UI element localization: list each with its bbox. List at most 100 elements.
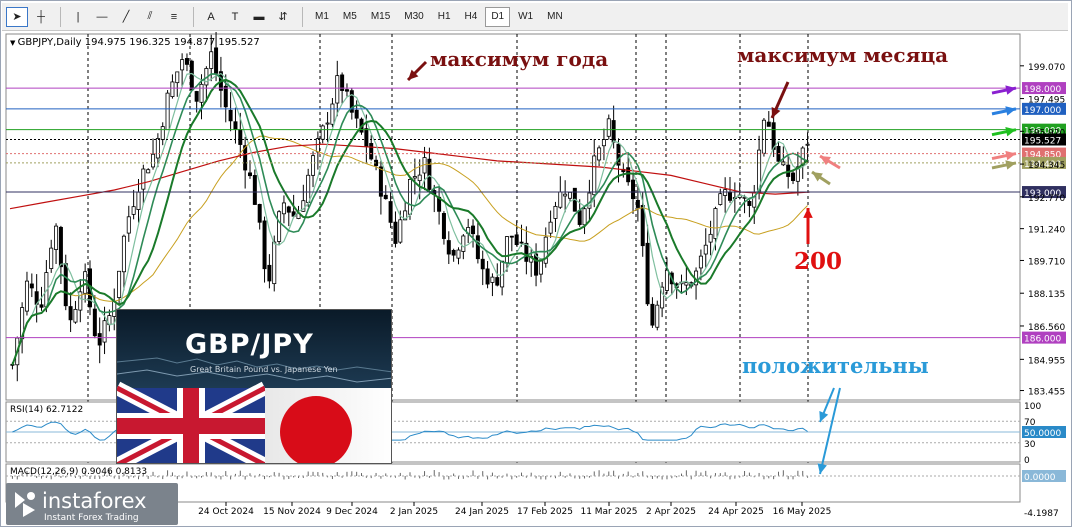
horizontal-line-tool-icon: — xyxy=(96,10,108,23)
timeframe-w1-button[interactable]: W1 xyxy=(512,7,539,27)
ma200-annotation: 200 xyxy=(794,248,843,275)
candle-body xyxy=(650,303,655,326)
candle-body xyxy=(485,268,490,285)
candle-body xyxy=(805,143,810,146)
candle-body xyxy=(635,199,640,208)
candle-body xyxy=(136,191,141,210)
fibonacci-tool-button[interactable]: ≡ xyxy=(163,7,185,27)
candle-body xyxy=(102,320,107,343)
candle-body xyxy=(141,168,146,190)
vertical-line-tool-button[interactable]: | xyxy=(67,7,89,27)
toolbar-separator xyxy=(193,6,194,27)
rectangle-tool-button[interactable]: ▬ xyxy=(248,7,270,27)
candle-body xyxy=(451,249,456,256)
trendline-tool-button[interactable]: ╱ xyxy=(115,7,137,27)
candle-body xyxy=(383,194,388,200)
candle-body xyxy=(766,121,771,127)
candle-body xyxy=(117,270,122,298)
month-max-annotation: максимум месяца xyxy=(737,43,949,67)
candle-body xyxy=(728,191,733,201)
timeframe-h1-button[interactable]: H1 xyxy=(432,7,457,27)
price-tick-label: 183.455 xyxy=(1028,388,1065,398)
brand-name: instaforex xyxy=(42,489,147,513)
timeframe-m5-button[interactable]: M5 xyxy=(337,7,363,27)
level-tag-text: 197.000 xyxy=(1024,106,1061,116)
candle-body xyxy=(228,109,233,122)
rsi-axis-label: 30 xyxy=(1024,440,1036,450)
price-tick-label: 189.710 xyxy=(1028,257,1065,267)
candle-body xyxy=(524,242,529,262)
candle-body xyxy=(684,282,689,286)
candle-body xyxy=(92,308,97,337)
candle-body xyxy=(558,191,563,208)
channel-tool-button[interactable]: ⫽ xyxy=(139,7,161,27)
crosshair-tool-button[interactable]: ┼ xyxy=(30,7,52,27)
candle-body xyxy=(471,225,476,235)
timeframe-m30-button[interactable]: M30 xyxy=(398,7,429,27)
timeframe-m1-button[interactable]: M1 xyxy=(309,7,335,27)
candle-body xyxy=(369,143,374,160)
candle-body xyxy=(640,205,645,247)
chart-area[interactable]: 198.000 197.000 196.000 195.527 194.850 194.4… xyxy=(2,31,1068,525)
candle-body xyxy=(165,92,170,131)
candle-body xyxy=(456,249,461,259)
date-tick-label: 16 May 2025 xyxy=(773,507,832,517)
timeframe-d1-button[interactable]: D1 xyxy=(485,6,511,27)
candle-body xyxy=(238,129,243,145)
positive-annotation: положительны xyxy=(742,353,929,378)
candle-body xyxy=(553,205,558,219)
candle-body xyxy=(267,264,272,282)
candle-body xyxy=(97,333,102,346)
vertical-line-tool-icon: | xyxy=(76,10,80,23)
candle-body xyxy=(388,201,393,223)
text-label-tool-button[interactable]: T xyxy=(224,7,246,27)
candle-body xyxy=(514,234,519,246)
candle-body xyxy=(247,172,252,177)
price-tick-label: 194.345 xyxy=(1028,161,1065,171)
candle-body xyxy=(330,103,335,125)
level-tag-text: 186.000 xyxy=(1024,335,1061,345)
timeframe-mn-button[interactable]: MN xyxy=(541,7,569,27)
candle-body xyxy=(490,276,495,283)
candle-body xyxy=(315,138,320,153)
cursor-tool-icon: ➤ xyxy=(12,11,22,23)
crosshair-tool-icon: ┼ xyxy=(37,10,45,23)
candle-body xyxy=(29,283,34,289)
candle-body xyxy=(504,236,509,264)
candle-body xyxy=(131,206,136,215)
horizontal-line-tool-button[interactable]: — xyxy=(91,7,113,27)
price-tick-label: 195.920 xyxy=(1028,128,1065,138)
candle-body xyxy=(257,203,262,223)
date-tick-label: 24 Apr 2025 xyxy=(708,507,764,517)
fibonacci-tool-icon: ≡ xyxy=(170,10,178,23)
price-tick-label: 192.770 xyxy=(1028,194,1065,204)
macd-axis-label: -4.1987 xyxy=(1024,509,1059,519)
macd-label: MACD(12,26,9) 0.9046 0.8133 xyxy=(10,467,147,477)
candle-body xyxy=(311,155,316,176)
candle-body xyxy=(519,241,524,244)
candle-body xyxy=(723,189,728,196)
text-tool-button[interactable]: A xyxy=(200,7,222,27)
date-tick-label: 24 Jan 2025 xyxy=(455,507,509,517)
candle-body xyxy=(281,202,286,215)
arrows-tool-button[interactable]: ⇵ xyxy=(272,7,294,27)
price-tick-label: 186.560 xyxy=(1028,323,1065,333)
candle-body xyxy=(233,121,238,130)
timeframe-h4-button[interactable]: H4 xyxy=(459,7,484,27)
timeframe-m15-button[interactable]: M15 xyxy=(365,7,396,27)
channel-tool-icon: ⫽ xyxy=(147,10,153,22)
candle-body xyxy=(170,81,175,97)
candle-body xyxy=(631,179,636,200)
cursor-tool-button[interactable]: ➤ xyxy=(6,6,28,27)
candle-body xyxy=(495,277,500,286)
candle-body xyxy=(180,59,185,71)
candle-body xyxy=(412,176,417,179)
instaforex-logo: instaforex Instant Forex Trading xyxy=(6,483,178,525)
candle-body xyxy=(335,75,340,104)
candle-body xyxy=(698,255,703,269)
candle-body xyxy=(58,226,63,268)
rsi-axis-label: 50.0000 xyxy=(1024,429,1061,439)
date-tick-label: 9 Dec 2024 xyxy=(326,507,378,517)
candle-body xyxy=(601,139,606,147)
candle-body xyxy=(209,51,214,69)
